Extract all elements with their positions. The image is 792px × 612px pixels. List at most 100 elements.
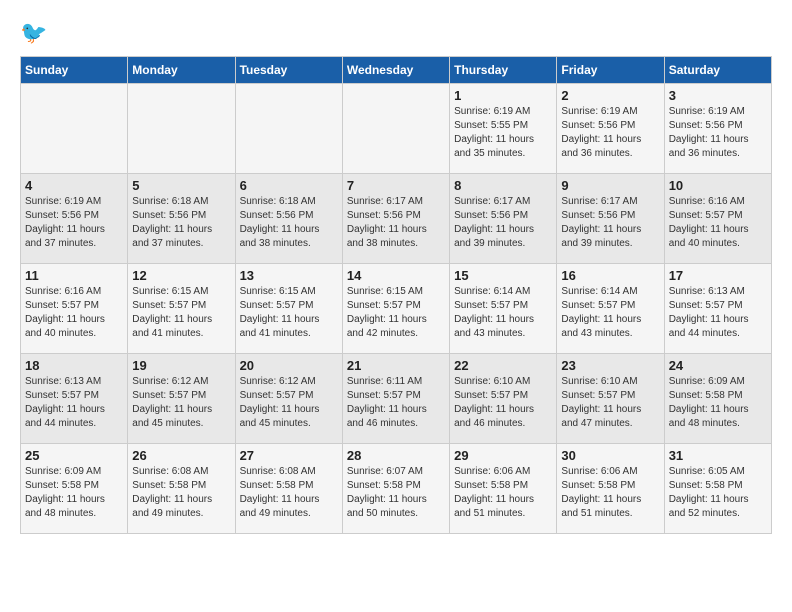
day-number: 28 [347,448,445,463]
day-number: 4 [25,178,123,193]
calendar-cell: 8Sunrise: 6:17 AM Sunset: 5:56 PM Daylig… [450,174,557,264]
calendar-cell: 3Sunrise: 6:19 AM Sunset: 5:56 PM Daylig… [664,84,771,174]
calendar-cell: 2 Sunrise: 6:19 AM Sunset: 5:56 PM Daylig… [557,84,664,174]
calendar-week-row: 18 Sunrise: 6:13 AM Sunset: 5:57 PM Dayli… [21,354,772,444]
calendar-cell: 12 Sunrise: 6:15 AM Sunset: 5:57 PM Dayli… [128,264,235,354]
day-info: Sunrise: 6:06 AM Sunset: 5:58 PM Dayligh… [454,465,552,521]
day-info: Sunrise: 6:13 AM Sunset: 5:57 PM Dayligh… [669,285,767,341]
calendar-cell: 23 Sunrise: 6:10 AM Sunset: 5:57 PM Dayli… [557,354,664,444]
calendar-cell: 10 Sunrise: 6:16 AM Sunset: 5:57 PM Dayli… [664,174,771,264]
calendar-cell [128,84,235,174]
day-number: 18 [25,358,123,373]
day-info: Sunrise: 6:16 AM Sunset: 5:57 PM Dayligh… [25,285,123,341]
day-info: Sunrise: 6:12 AM Sunset: 5:57 PM Dayligh… [132,375,230,431]
weekday-header-row: SundayMondayTuesdayWednesdayThursdayFrid… [21,57,772,84]
day-info: Sunrise: 6:19 AM Sunset: 5:56 PM Dayligh… [561,105,659,161]
calendar-cell: 7Sunrise: 6:17 AM Sunset: 5:56 PM Daylig… [342,174,449,264]
calendar-cell: 4 Sunrise: 6:19 AM Sunset: 5:56 PM Daylig… [21,174,128,264]
day-number: 1 [454,88,552,103]
weekday-header-tuesday: Tuesday [235,57,342,84]
calendar-table: SundayMondayTuesdayWednesdayThursdayFrid… [20,56,772,534]
day-number: 31 [669,448,767,463]
calendar-cell: 18 Sunrise: 6:13 AM Sunset: 5:57 PM Dayli… [21,354,128,444]
calendar-cell [21,84,128,174]
day-number: 6 [240,178,338,193]
day-number: 14 [347,268,445,283]
day-number: 15 [454,268,552,283]
logo-bird-icon: 🐦 [20,20,47,45]
day-info: Sunrise: 6:06 AM Sunset: 5:58 PM Dayligh… [561,465,659,521]
day-number: 12 [132,268,230,283]
day-number: 23 [561,358,659,373]
day-number: 11 [25,268,123,283]
calendar-cell: 15 Sunrise: 6:14 AM Sunset: 5:57 PM Dayli… [450,264,557,354]
day-info: Sunrise: 6:05 AM Sunset: 5:58 PM Dayligh… [669,465,767,521]
calendar-week-row: 1 Sunrise: 6:19 AM Sunset: 5:55 PM Daylig… [21,84,772,174]
day-info: Sunrise: 6:19 AM Sunset: 5:56 PM Dayligh… [25,195,123,251]
day-info: Sunrise: 6:16 AM Sunset: 5:57 PM Dayligh… [669,195,767,251]
day-info: Sunrise: 6:18 AM Sunset: 5:56 PM Dayligh… [240,195,338,251]
calendar-cell: 13 Sunrise: 6:15 AM Sunset: 5:57 PM Dayli… [235,264,342,354]
day-number: 24 [669,358,767,373]
day-info: Sunrise: 6:09 AM Sunset: 5:58 PM Dayligh… [669,375,767,431]
day-number: 10 [669,178,767,193]
day-info: Sunrise: 6:10 AM Sunset: 5:57 PM Dayligh… [454,375,552,431]
day-number: 3 [669,88,767,103]
weekday-header-saturday: Saturday [664,57,771,84]
day-info: Sunrise: 6:17 AM Sunset: 5:56 PM Dayligh… [561,195,659,251]
weekday-header-wednesday: Wednesday [342,57,449,84]
day-info: Sunrise: 6:14 AM Sunset: 5:57 PM Dayligh… [561,285,659,341]
calendar-cell: 27 Sunrise: 6:08 AM Sunset: 5:58 PM Dayli… [235,444,342,534]
logo: 🐦 [20,20,47,46]
calendar-week-row: 25Sunrise: 6:09 AM Sunset: 5:58 PM Dayli… [21,444,772,534]
day-info: Sunrise: 6:07 AM Sunset: 5:58 PM Dayligh… [347,465,445,521]
weekday-header-friday: Friday [557,57,664,84]
calendar-cell: 6 Sunrise: 6:18 AM Sunset: 5:56 PM Daylig… [235,174,342,264]
calendar-cell: 9Sunrise: 6:17 AM Sunset: 5:56 PM Daylig… [557,174,664,264]
day-info: Sunrise: 6:11 AM Sunset: 5:57 PM Dayligh… [347,375,445,431]
calendar-cell: 19Sunrise: 6:12 AM Sunset: 5:57 PM Dayli… [128,354,235,444]
calendar-cell: 22 Sunrise: 6:10 AM Sunset: 5:57 PM Dayli… [450,354,557,444]
calendar-cell: 17 Sunrise: 6:13 AM Sunset: 5:57 PM Dayli… [664,264,771,354]
day-number: 16 [561,268,659,283]
page-header: 🐦 [20,20,772,46]
day-number: 29 [454,448,552,463]
calendar-cell [235,84,342,174]
calendar-cell: 28 Sunrise: 6:07 AM Sunset: 5:58 PM Dayli… [342,444,449,534]
calendar-cell: 31 Sunrise: 6:05 AM Sunset: 5:58 PM Dayli… [664,444,771,534]
day-info: Sunrise: 6:15 AM Sunset: 5:57 PM Dayligh… [240,285,338,341]
weekday-header-sunday: Sunday [21,57,128,84]
day-info: Sunrise: 6:14 AM Sunset: 5:57 PM Dayligh… [454,285,552,341]
calendar-cell: 20 Sunrise: 6:12 AM Sunset: 5:57 PM Dayli… [235,354,342,444]
day-info: Sunrise: 6:19 AM Sunset: 5:55 PM Dayligh… [454,105,552,161]
day-info: Sunrise: 6:15 AM Sunset: 5:57 PM Dayligh… [132,285,230,341]
day-number: 22 [454,358,552,373]
day-info: Sunrise: 6:18 AM Sunset: 5:56 PM Dayligh… [132,195,230,251]
calendar-cell: 25Sunrise: 6:09 AM Sunset: 5:58 PM Dayli… [21,444,128,534]
day-number: 26 [132,448,230,463]
day-number: 20 [240,358,338,373]
calendar-cell: 26Sunrise: 6:08 AM Sunset: 5:58 PM Dayli… [128,444,235,534]
calendar-cell: 30Sunrise: 6:06 AM Sunset: 5:58 PM Dayli… [557,444,664,534]
day-info: Sunrise: 6:10 AM Sunset: 5:57 PM Dayligh… [561,375,659,431]
calendar-cell [342,84,449,174]
calendar-week-row: 4 Sunrise: 6:19 AM Sunset: 5:56 PM Daylig… [21,174,772,264]
calendar-cell: 11 Sunrise: 6:16 AM Sunset: 5:57 PM Dayli… [21,264,128,354]
weekday-header-monday: Monday [128,57,235,84]
day-number: 13 [240,268,338,283]
day-info: Sunrise: 6:08 AM Sunset: 5:58 PM Dayligh… [240,465,338,521]
day-info: Sunrise: 6:13 AM Sunset: 5:57 PM Dayligh… [25,375,123,431]
calendar-cell: 24 Sunrise: 6:09 AM Sunset: 5:58 PM Dayli… [664,354,771,444]
day-number: 2 [561,88,659,103]
day-info: Sunrise: 6:15 AM Sunset: 5:57 PM Dayligh… [347,285,445,341]
day-number: 21 [347,358,445,373]
calendar-cell: 14 Sunrise: 6:15 AM Sunset: 5:57 PM Dayli… [342,264,449,354]
day-info: Sunrise: 6:09 AM Sunset: 5:58 PM Dayligh… [25,465,123,521]
calendar-cell: 5 Sunrise: 6:18 AM Sunset: 5:56 PM Daylig… [128,174,235,264]
weekday-header-thursday: Thursday [450,57,557,84]
day-number: 27 [240,448,338,463]
day-number: 5 [132,178,230,193]
day-number: 17 [669,268,767,283]
day-info: Sunrise: 6:12 AM Sunset: 5:57 PM Dayligh… [240,375,338,431]
calendar-cell: 29 Sunrise: 6:06 AM Sunset: 5:58 PM Dayli… [450,444,557,534]
